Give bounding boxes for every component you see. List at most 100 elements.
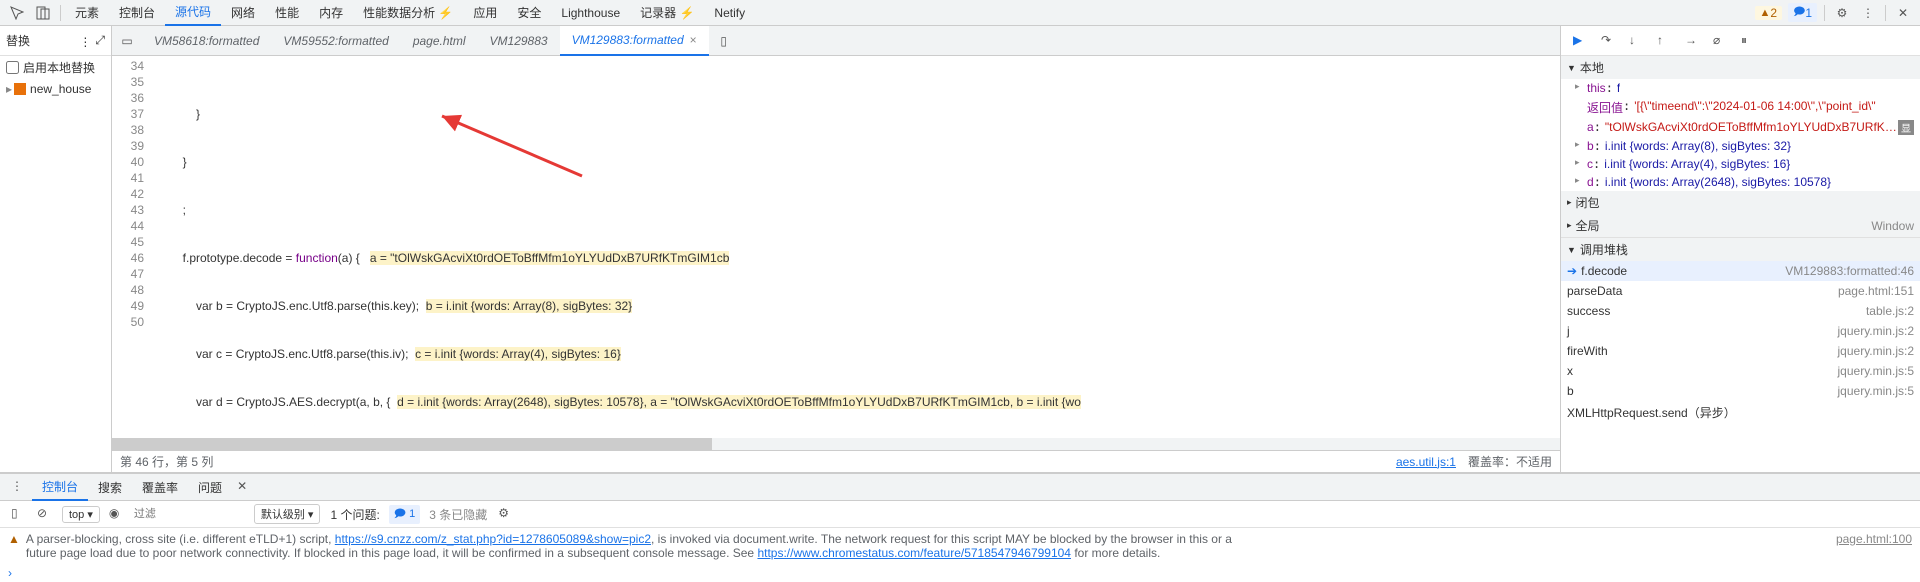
line-number: 36 [112,90,144,106]
tab-netify[interactable]: Netify [704,0,755,26]
code-line: f.prototype.decode = function(a) { a = "… [152,250,1560,266]
code-line: } [152,154,1560,170]
section-label: 本地 [1580,59,1604,76]
context-selector[interactable]: top ▾ [62,506,100,523]
file-tab[interactable]: VM58618:formatted [142,26,271,56]
frame-loc: table.js:2 [1866,304,1914,318]
callstack-header[interactable]: ▼调用堆栈 [1561,238,1920,261]
code-body[interactable]: } } ; f.prototype.decode = function(a) {… [152,56,1560,438]
h-scrollbar[interactable] [112,438,1560,450]
device-icon[interactable] [35,5,51,21]
close-icon[interactable]: ✕ [1895,5,1911,21]
file-tab[interactable]: VM59552:formatted [271,26,400,56]
drawer-tab-issues[interactable]: 问题 [188,474,232,501]
more-icon[interactable]: ⋮ [11,479,27,495]
frame-fn: b [1567,384,1574,398]
step-into-icon[interactable]: ↓ [1629,33,1645,49]
tab-recorder[interactable]: 记录器 ⚡ [630,0,704,26]
tab-performance[interactable]: 性能 [265,0,309,26]
msg-link[interactable]: https://www.chromestatus.com/feature/571… [757,546,1071,560]
file-tab-active[interactable]: VM129883:formatted× [560,26,709,56]
tab-network[interactable]: 网络 [221,0,265,26]
tab-application[interactable]: 应用 [463,0,507,26]
enable-checkbox[interactable] [6,61,19,74]
settings-icon[interactable]: ⚙ [1834,5,1850,21]
line-number: 48 [112,282,144,298]
resume-icon[interactable]: ▶ [1573,33,1589,49]
source-link[interactable]: aes.util.js:1 [1396,455,1456,469]
settings-icon[interactable]: ⚙ [498,506,514,522]
sidebar-icon[interactable]: ▯ [11,506,27,522]
frame-loc: page.html:151 [1838,284,1914,298]
drawer-tab-console[interactable]: 控制台 [32,474,88,501]
level-selector[interactable]: 默认级别 ▾ [254,504,321,524]
debugger-panel: ▶ ↷ ↓ ↑ → ⌀ ⏸ ▼本地 ▸this:f 返回值:'[{\"timee… [1560,26,1920,472]
more-icon[interactable]: ⋮ [1860,5,1876,21]
replace-label: 替换 [6,32,30,49]
tab-lighthouse[interactable]: Lighthouse [551,0,630,26]
issue-badge[interactable]: 🗩 1 [389,505,420,524]
step-out-icon[interactable]: ↑ [1657,33,1673,49]
deactivate-bp-icon[interactable]: ⌀ [1713,33,1729,49]
scope-var[interactable]: a:"tOlWskGAcviXt0rdOEToBffMfm1oYLYUdDxB7… [1561,118,1920,137]
drawer-tab-coverage[interactable]: 覆盖率 [132,474,188,501]
close-icon[interactable]: ✕ [237,479,253,495]
expand-icon[interactable]: ⤢ [95,33,105,48]
clear-icon[interactable]: ⊘ [37,506,53,522]
pause-exceptions-icon[interactable]: ⏸ [1741,33,1757,49]
scope-var[interactable]: 返回值:'[{\"timeend\":\"2024-01-06 14:00\",… [1561,97,1920,118]
file-tab[interactable]: page.html [401,26,478,56]
tab-elements[interactable]: 元素 [65,0,109,26]
callstack-frame[interactable]: XMLHttpRequest.send（异步） [1561,401,1920,424]
line-number: 38 [112,122,144,138]
close-icon[interactable]: × [690,33,697,47]
msg-text: for more details. [1071,546,1160,560]
file-tab[interactable]: VM129883 [478,26,560,56]
scope-var[interactable]: ▸this:f [1561,79,1920,97]
tab-memory[interactable]: 内存 [309,0,353,26]
tab-security[interactable]: 安全 [507,0,551,26]
frame-loc: jquery.min.js:2 [1838,324,1914,338]
current-frame-icon: ➔ [1567,264,1577,278]
tab-perf-insights[interactable]: 性能数据分析 ⚡ [353,0,463,26]
section-label: 调用堆栈 [1580,241,1628,258]
callstack-frame[interactable]: bjquery.min.js:5 [1561,381,1920,401]
scope-global-header[interactable]: ▸全局Window [1561,214,1920,237]
scope-var[interactable]: ▸c:i.init {words: Array(4), sigBytes: 16… [1561,155,1920,173]
code-area[interactable]: 34 35 36 37 38 39 40 41 42 43 44 45 46 4… [112,56,1560,438]
console-prompt[interactable]: › [0,564,1920,582]
more-icon[interactable]: ▯ [713,30,735,52]
more-icon[interactable]: ⋮ [79,35,91,47]
scope-local-header[interactable]: ▼本地 [1561,56,1920,79]
callstack-frame[interactable]: parseDatapage.html:151 [1561,281,1920,301]
enable-override-row[interactable]: 启用本地替换 [0,56,111,79]
line-number: 42 [112,186,144,202]
msg-text: A parser-blocking, cross site (i.e. diff… [26,532,335,546]
scope-var[interactable]: ▸d:i.init {words: Array(2648), sigBytes:… [1561,173,1920,191]
filter-input[interactable] [130,506,250,522]
inspect-icon[interactable] [9,5,25,21]
callstack-frame[interactable]: xjquery.min.js:5 [1561,361,1920,381]
msg-link[interactable]: https://s9.cnzz.com/z_stat.php?id=127860… [335,532,651,546]
step-over-icon[interactable]: ↷ [1601,33,1617,49]
scrollbar-thumb[interactable] [112,438,712,450]
scope-var[interactable]: ▸b:i.init {words: Array(8), sigBytes: 32… [1561,137,1920,155]
message-badge[interactable]: 🗩 1 [1788,3,1817,22]
scope-closure-header[interactable]: ▸闭包 [1561,191,1920,214]
eye-icon[interactable]: ◉ [109,506,125,522]
callstack-frame[interactable]: fireWithjquery.min.js:2 [1561,341,1920,361]
msg-source-link[interactable]: page.html:100 [1836,532,1912,546]
step-icon[interactable]: → [1685,33,1701,49]
callstack-frame[interactable]: successtable.js:2 [1561,301,1920,321]
folder-row[interactable]: ▸ new_house [0,79,111,99]
warning-badge[interactable]: ▲ 2 [1755,6,1783,20]
tab-console[interactable]: 控制台 [109,0,165,26]
drawer: ⋮ 控制台 搜索 覆盖率 问题 ✕ ▯ ⊘ top ▾ ◉ 默认级别 ▾ 1 个… [0,472,1920,582]
callstack-frame[interactable]: jjquery.min.js:2 [1561,321,1920,341]
msg-text: future page load due to poor network con… [26,546,758,560]
gutter: 34 35 36 37 38 39 40 41 42 43 44 45 46 4… [112,56,152,438]
nav-icon[interactable]: ▭ [116,30,138,52]
drawer-tab-search[interactable]: 搜索 [88,474,132,501]
callstack-frame[interactable]: ➔f.decodeVM129883:formatted:46 [1561,261,1920,281]
tab-sources[interactable]: 源代码 [165,0,221,26]
